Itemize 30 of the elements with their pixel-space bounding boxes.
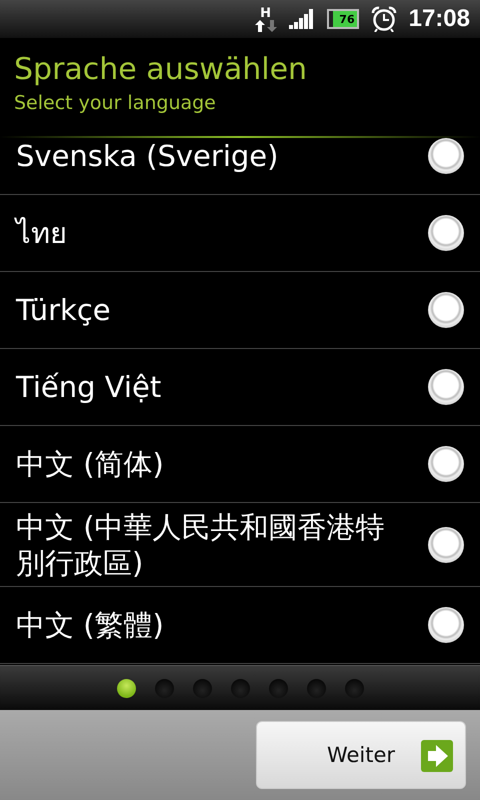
network-type: H [260, 6, 272, 20]
data-arrows-icon [254, 20, 277, 32]
radio-button[interactable] [428, 446, 464, 482]
radio-button[interactable] [428, 369, 464, 405]
language-row[interactable]: 中文 (简体) [0, 426, 480, 503]
radio-button[interactable] [428, 215, 464, 251]
language-name: Svenska (Sverige) [16, 138, 278, 174]
radio-button[interactable] [428, 292, 464, 328]
screen-subtitle: Select your language [14, 92, 217, 114]
language-row[interactable]: ไทย [0, 195, 480, 272]
language-name: 中文 (中華人民共和國香港特別行政區) [16, 508, 386, 580]
language-row[interactable]: Türkçe [0, 272, 480, 349]
signal-icon [288, 9, 315, 29]
language-name: 中文 (简体) [16, 446, 164, 482]
language-row[interactable]: 中文 (中華人民共和國香港特別行政區) [0, 503, 480, 587]
clock-time: 17:08 [408, 5, 470, 33]
radio-button[interactable] [428, 607, 464, 643]
language-name: Tiếng Việt [16, 369, 162, 405]
radio-button[interactable] [428, 138, 464, 174]
screen-title: Sprache auswählen [14, 52, 308, 88]
language-row[interactable]: Tiếng Việt [0, 349, 480, 426]
next-button[interactable]: Weiter [256, 721, 466, 789]
alarm-clock-icon [370, 6, 397, 32]
language-row[interactable]: Svenska (Sverige) [0, 138, 480, 195]
language-name: Türkçe [16, 292, 111, 328]
language-name: ไทย [16, 215, 67, 251]
radio-button[interactable] [428, 526, 464, 562]
language-row[interactable]: 中文 (繁體) [0, 587, 480, 664]
battery-icon: 76 [326, 9, 359, 29]
language-name: 中文 (繁體) [16, 607, 164, 643]
